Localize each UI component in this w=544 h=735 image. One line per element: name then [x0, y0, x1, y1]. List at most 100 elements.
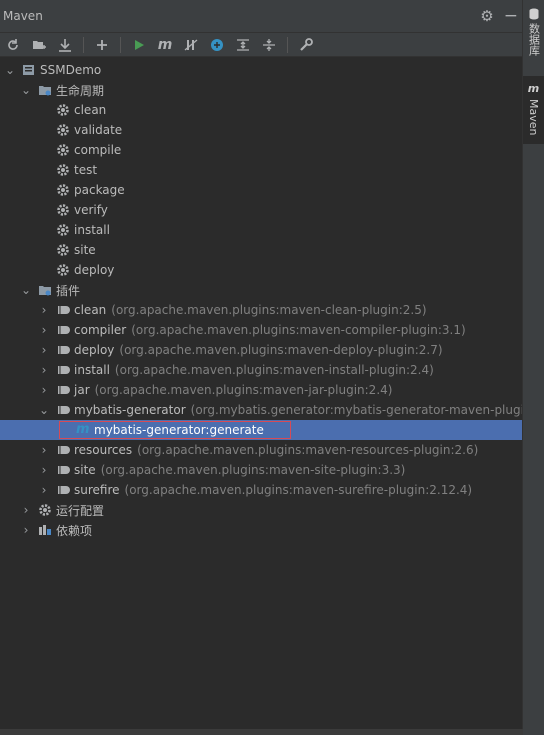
toolbar-separator — [287, 36, 288, 53]
chevron-right-icon[interactable]: › — [38, 483, 50, 497]
chevron-right-icon[interactable]: › — [38, 323, 50, 337]
lifecycle-item[interactable]: test — [0, 160, 522, 180]
lifecycle-item[interactable]: validate — [0, 120, 522, 140]
plugin-name: surefire — [74, 483, 120, 497]
lifecycle-item[interactable]: clean — [0, 100, 522, 120]
sidebar-tab-maven[interactable]: m Maven — [523, 76, 544, 144]
tool-window-header: Maven ⚙ − — [0, 0, 522, 33]
plugin-row[interactable]: › install (org.apache.maven.plugins:maven-… — [0, 360, 522, 380]
gear-icon — [57, 184, 69, 196]
chevron-right-icon[interactable]: › — [20, 503, 32, 517]
gear-icon — [57, 204, 69, 216]
maven-tool-window: Maven ⚙ − m ⌄ SSMDemo ⌄ 生命周期 clean valid… — [0, 0, 523, 735]
plugin-name: jar — [74, 383, 90, 397]
maven-icon: m — [527, 82, 540, 95]
lifecycle-item[interactable]: compile — [0, 140, 522, 160]
download-icon[interactable] — [55, 35, 75, 55]
plugin-name: site — [74, 463, 96, 477]
chevron-down-icon[interactable]: ⌄ — [20, 83, 32, 97]
plugin-icon — [58, 326, 70, 334]
tree-row-dependencies[interactable]: › 依赖项 — [0, 520, 522, 540]
toolbar-separator — [83, 36, 84, 53]
plus-icon[interactable] — [92, 35, 112, 55]
plugin-row[interactable]: › clean (org.apache.maven.plugins:maven-cl… — [0, 300, 522, 320]
lifecycle-item[interactable]: install — [0, 220, 522, 240]
offline-icon[interactable] — [207, 35, 227, 55]
chevron-right-icon[interactable]: › — [38, 443, 50, 457]
collapse-all-icon[interactable] — [259, 35, 279, 55]
run-configs-label: 运行配置 — [56, 503, 105, 518]
chevron-right-icon[interactable]: › — [38, 303, 50, 317]
tree-row-run-configs[interactable]: › 运行配置 — [0, 500, 522, 520]
plugin-coordinates: (org.apache.maven.plugins:maven-deploy-p… — [119, 343, 443, 357]
plugin-row[interactable]: › deploy (org.apache.maven.plugins:maven-d… — [0, 340, 522, 360]
lifecycle-item-label: validate — [74, 123, 123, 137]
maven-project-icon — [23, 65, 34, 75]
lifecycle-item-label: install — [74, 223, 110, 237]
chevron-down-icon[interactable]: ⌄ — [38, 403, 50, 417]
plugin-coordinates: (org.mybatis.generator:mybatis-generator… — [190, 403, 522, 417]
maven-goal-icon: m — [76, 422, 90, 437]
tool-window-title: Maven — [3, 9, 43, 23]
plugin-row[interactable]: › site (org.apache.maven.plugins:maven-sit… — [0, 460, 522, 480]
reload-icon[interactable] — [3, 35, 23, 55]
plugin-icon — [58, 486, 70, 494]
add-folder-icon[interactable] — [29, 35, 49, 55]
run-icon[interactable] — [129, 35, 149, 55]
hide-minus-icon[interactable]: − — [504, 7, 518, 25]
chevron-right-icon[interactable]: › — [20, 523, 32, 537]
wrench-icon[interactable] — [296, 35, 316, 55]
lifecycle-item[interactable]: deploy — [0, 260, 522, 280]
settings-gear-icon[interactable]: ⚙ — [480, 8, 493, 24]
chevron-right-icon[interactable]: › — [38, 363, 50, 377]
plugin-goal-label: mybatis-generator:generate — [94, 423, 264, 437]
maven-project-tree: ⌄ SSMDemo ⌄ 生命周期 clean validate compile … — [0, 59, 522, 735]
lifecycle-item[interactable]: package — [0, 180, 522, 200]
dependencies-icon — [39, 525, 51, 535]
plugin-row[interactable]: › resources (org.apache.maven.plugins:mave… — [0, 440, 522, 460]
lifecycle-item[interactable]: site — [0, 240, 522, 260]
sidebar-tab-label: Maven — [527, 99, 540, 136]
gear-icon — [57, 124, 69, 136]
chevron-down-icon[interactable]: ⌄ — [20, 283, 32, 297]
expand-all-icon[interactable] — [233, 35, 253, 55]
plugin-row[interactable]: › surefire (org.apache.maven.plugins:maven… — [0, 480, 522, 500]
lifecycle-item-label: compile — [74, 143, 122, 157]
tree-row-plugins[interactable]: ⌄ 插件 — [0, 280, 522, 300]
plugin-name: resources — [74, 443, 133, 457]
skip-tests-icon[interactable] — [181, 35, 201, 55]
lifecycle-item-label: deploy — [74, 263, 115, 277]
plugin-coordinates: (org.apache.maven.plugins:maven-jar-plug… — [94, 383, 393, 397]
chevron-down-icon[interactable]: ⌄ — [4, 63, 16, 77]
plugin-row-expanded[interactable]: ⌄ mybatis-generator (org.mybatis.generator… — [0, 400, 522, 420]
plugin-icon — [58, 386, 70, 394]
chevron-right-icon[interactable]: › — [38, 343, 50, 357]
plugin-row[interactable]: › compiler (org.apache.maven.plugins:maven… — [0, 320, 522, 340]
tree-row-lifecycle[interactable]: ⌄ 生命周期 — [0, 80, 522, 100]
gear-icon — [57, 244, 69, 256]
database-icon — [529, 8, 538, 20]
gear-icon — [57, 104, 69, 116]
plugin-icon — [58, 466, 70, 474]
plugin-name: deploy — [74, 343, 115, 357]
plugin-goal-row-selected[interactable]: m mybatis-generator:generate — [0, 420, 522, 440]
plugin-coordinates: (org.apache.maven.plugins:maven-surefire… — [124, 483, 473, 497]
plugin-row[interactable]: › jar (org.apache.maven.plugins:maven-jar-… — [0, 380, 522, 400]
toolbar-separator — [120, 36, 121, 53]
plugin-name: clean — [74, 303, 107, 317]
project-name: SSMDemo — [40, 63, 102, 77]
chevron-right-icon[interactable]: › — [38, 383, 50, 397]
plugin-coordinates: (org.apache.maven.plugins:maven-compiler… — [131, 323, 466, 337]
maven-toolbar: m — [0, 33, 522, 57]
tree-row-project[interactable]: ⌄ SSMDemo — [0, 60, 522, 80]
horizontal-scrollbar[interactable] — [0, 729, 523, 735]
gear-icon — [57, 224, 69, 236]
sidebar-tab-database[interactable]: 数据库 — [523, 8, 544, 70]
plugin-name: mybatis-generator — [74, 403, 186, 417]
maven-goal-icon[interactable]: m — [155, 35, 175, 55]
gear-icon — [57, 144, 69, 156]
chevron-right-icon[interactable]: › — [38, 463, 50, 477]
lifecycle-item[interactable]: verify — [0, 200, 522, 220]
lifecycle-item-label: verify — [74, 203, 108, 217]
lifecycle-item-label: package — [74, 183, 125, 197]
